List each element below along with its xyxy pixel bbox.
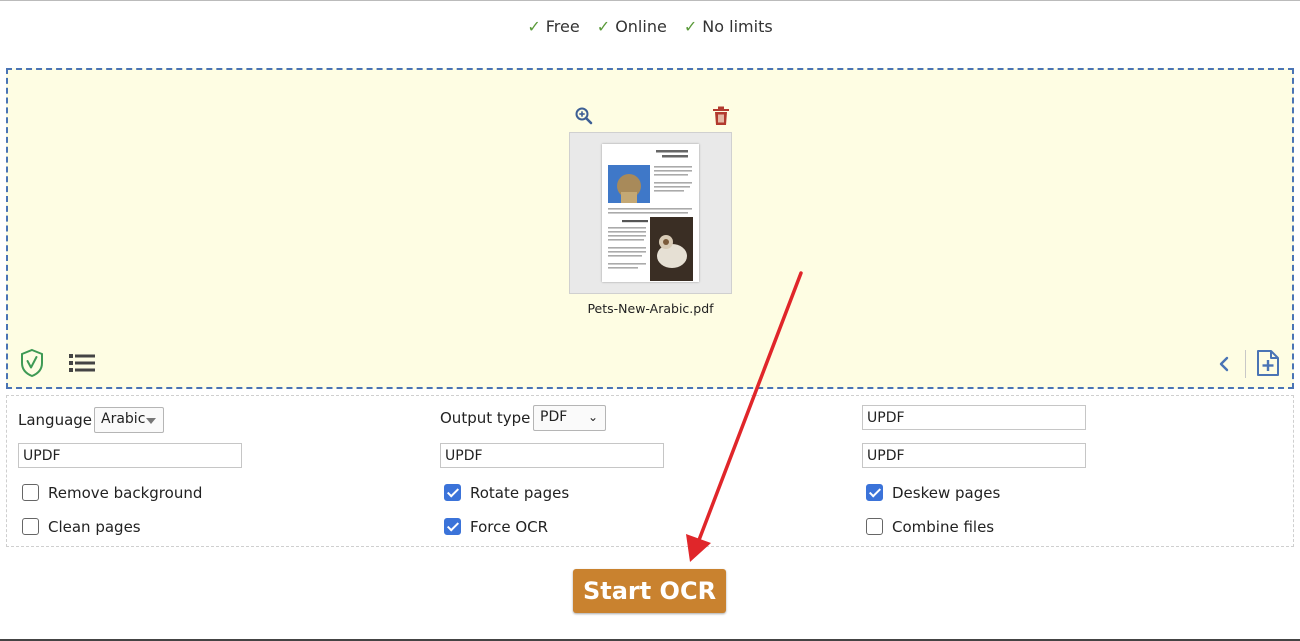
trash-icon[interactable] bbox=[712, 106, 730, 126]
output-type-select[interactable]: PDF ⌄ bbox=[533, 405, 606, 431]
shield-check-icon[interactable] bbox=[19, 348, 45, 378]
chevron-left-icon[interactable] bbox=[1217, 354, 1231, 374]
add-file-icon[interactable] bbox=[1255, 348, 1281, 378]
file-tools bbox=[574, 106, 730, 130]
deskew-pages-label: Deskew pages bbox=[892, 484, 1001, 502]
force-ocr-label: Force OCR bbox=[470, 518, 549, 536]
feature-list: ✓ Free ✓ Online ✓ No limits bbox=[0, 17, 1300, 36]
chevron-down-icon: ⌄ bbox=[588, 410, 599, 424]
force-ocr-checkbox[interactable] bbox=[444, 518, 461, 535]
clean-pages-checkbox[interactable] bbox=[22, 518, 39, 535]
text-field[interactable] bbox=[440, 443, 664, 468]
check-icon: ✓ bbox=[683, 17, 698, 36]
language-select[interactable]: Arabic bbox=[94, 407, 164, 433]
start-ocr-button[interactable]: Start OCR bbox=[573, 569, 726, 613]
text-field[interactable] bbox=[862, 405, 1086, 430]
combine-files-label: Combine files bbox=[892, 518, 995, 536]
feature-free: ✓ Free bbox=[527, 17, 580, 36]
pdf-page-preview bbox=[602, 144, 699, 282]
feature-no-limits: ✓ No limits bbox=[683, 17, 773, 36]
ocr-options-panel: Language Arabic Output type PDF ⌄ Remove… bbox=[6, 395, 1294, 547]
file-name: Pets-New-Arabic.pdf bbox=[587, 301, 714, 316]
text-field[interactable] bbox=[862, 443, 1086, 468]
combine-files-checkbox[interactable] bbox=[866, 518, 883, 535]
rotate-pages-checkbox[interactable] bbox=[444, 484, 461, 501]
remove-background-checkbox[interactable] bbox=[22, 484, 39, 501]
check-icon: ✓ bbox=[527, 17, 541, 36]
zoom-in-icon[interactable] bbox=[574, 106, 594, 126]
check-icon: ✓ bbox=[596, 17, 611, 36]
file-dropzone[interactable]: Pets-New-Arabic.pdf bbox=[6, 68, 1294, 389]
pdf-thumbnail[interactable] bbox=[569, 132, 732, 294]
language-label: Language bbox=[18, 411, 93, 429]
ocr-page: ✓ Free ✓ Online ✓ No limits Pets-New-Ara… bbox=[0, 0, 1300, 641]
text-field[interactable] bbox=[18, 443, 242, 468]
feature-online: ✓ Online bbox=[596, 17, 667, 36]
dropdown-arrow-icon bbox=[146, 418, 156, 424]
remove-background-label: Remove background bbox=[48, 484, 203, 502]
clean-pages-label: Clean pages bbox=[48, 518, 141, 536]
deskew-pages-checkbox[interactable] bbox=[866, 484, 883, 501]
divider bbox=[1245, 350, 1246, 378]
output-type-label: Output type bbox=[440, 409, 531, 427]
list-icon[interactable] bbox=[69, 353, 95, 373]
rotate-pages-label: Rotate pages bbox=[470, 484, 570, 502]
